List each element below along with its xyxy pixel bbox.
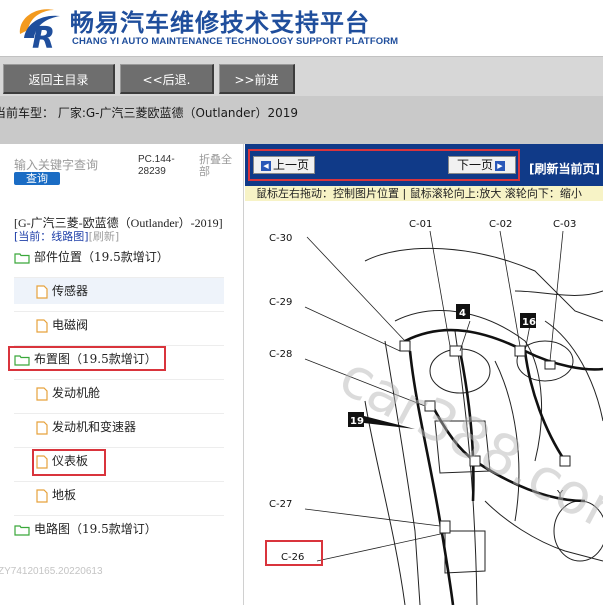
forward-button[interactable]: >>前进: [219, 64, 295, 94]
current-location-label: [当前：线路图]: [14, 230, 89, 243]
current-vehicle-label: 当前车型： 厂家:G-广汽三菱欧蓝德（Outlander）2019: [0, 106, 299, 120]
label-16: 16: [522, 317, 536, 328]
viewer-hint: 鼠标左右拖动：控制图片位置 | 鼠标滚轮向上:放大 滚轮向下：缩小: [245, 186, 603, 201]
vehicle-bar: 当前车型： 厂家:G-广汽三菱欧蓝德（Outlander）2019: [0, 96, 603, 144]
document-icon: [36, 318, 48, 333]
logo-icon: R: [19, 9, 60, 52]
folder-open-icon: [14, 524, 30, 536]
tree-item-label: 电磁阀: [52, 318, 89, 332]
back-button[interactable]: <<后退.: [120, 64, 214, 94]
tree-item-label: 发动机和变速器: [52, 420, 137, 434]
current-location: [当前：线路图][刷新]: [14, 228, 119, 244]
label-c-28: C-28: [269, 349, 292, 360]
pc-code: PC.144-28239: [138, 154, 175, 177]
tree-folder-component-location[interactable]: 部件位置（19.5款增订）: [14, 244, 169, 270]
document-icon: [36, 386, 48, 401]
label-c-29: C-29: [269, 297, 292, 308]
refresh-current-page-link[interactable]: [刷新当前页]: [529, 160, 600, 177]
tree-item-engine-transmission[interactable]: 发动机和变速器: [36, 414, 136, 440]
sidebar: 输入关键字查询 查询 PC.144-28239 折叠全部 [G-广汽三菱-欧蓝德…: [0, 144, 244, 605]
label-c-01: C-01: [409, 219, 432, 230]
label-4: 4: [459, 308, 466, 319]
search-button[interactable]: 查询: [14, 172, 60, 185]
app-subtitle: CHANG YI AUTO MAINTENANCE TECHNOLOGY SUP…: [72, 36, 399, 47]
label-c-03: C-03: [553, 219, 576, 230]
highlight-box-layout: [8, 346, 166, 371]
tree-item-label: 地板: [52, 488, 77, 502]
highlight-box-c-26: [265, 540, 323, 566]
version-label: ZY74120165.20220613: [0, 566, 103, 577]
app-header: R 畅易汽车维修技术支持平台 CHANG YI AUTO MAINTENANCE…: [0, 0, 603, 56]
tree-item-label: 部件位置（19.5款增订）: [34, 250, 169, 264]
svg-text:R: R: [32, 21, 55, 52]
home-button[interactable]: 返回主目录: [3, 64, 115, 94]
document-icon: [36, 284, 48, 299]
tree-item-floor[interactable]: 地板: [36, 482, 76, 508]
label-c-27: C-27: [269, 499, 292, 510]
diagram-viewer: ◀ 上一页 下一页 ▶ [刷新当前页] 鼠标左右拖动：控制图片位置 | 鼠标滚轮向上…: [245, 144, 603, 605]
tree-item-label: 传感器: [52, 284, 89, 298]
refresh-tree-link[interactable]: [刷新]: [89, 230, 120, 243]
folder-open-icon: [14, 252, 30, 264]
toolbar: 返回主目录 <<后退. >>前进: [0, 56, 603, 96]
collapse-all-button[interactable]: 折叠全部: [199, 154, 239, 178]
tree-folder-circuit-diagram[interactable]: 电路图（19.5款增订）: [14, 516, 157, 542]
label-c-30: C-30: [269, 233, 292, 244]
document-icon: [36, 488, 48, 503]
watermark-text: car388.com: [329, 344, 603, 557]
tree-item-solenoid[interactable]: 电磁阀: [36, 312, 88, 338]
tree-item-label: 电路图（19.5款增订）: [34, 522, 157, 536]
highlight-box-instrument-panel: [32, 449, 106, 476]
tree-item-engine-bay[interactable]: 发动机舱: [36, 380, 100, 406]
tree-item-label: 发动机舱: [52, 386, 101, 400]
label-c-02: C-02: [489, 219, 512, 230]
document-icon: [36, 420, 48, 435]
search-input[interactable]: 输入关键字查询: [14, 156, 98, 173]
highlight-box-page-nav: [248, 149, 520, 181]
app-title: 畅易汽车维修技术支持平台: [70, 9, 370, 37]
tree-item-sensor[interactable]: 传感器: [14, 278, 224, 304]
